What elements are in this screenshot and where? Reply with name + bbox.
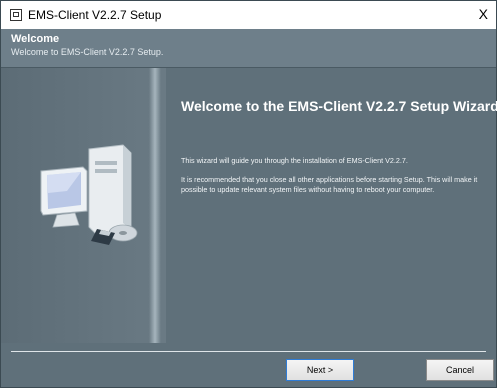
footer-divider	[11, 351, 486, 352]
setup-window: EMS-Client V2.2.7 Setup X Welcome Welcom…	[0, 0, 497, 388]
window-title: EMS-Client V2.2.7 Setup	[28, 8, 162, 22]
intro-paragraph: This wizard will guide you through the i…	[181, 156, 408, 165]
header-band: Welcome Welcome to EMS-Client V2.2.7 Set…	[1, 29, 496, 67]
app-icon	[10, 9, 22, 21]
content-area: Welcome to the EMS-Client V2.2.7 Setup W…	[181, 68, 497, 343]
recommendation-paragraph: It is recommended that you close all oth…	[181, 175, 478, 194]
header-title: Welcome	[11, 33, 60, 45]
next-button[interactable]: Next >	[286, 359, 354, 381]
header-subtitle: Welcome to EMS-Client V2.2.7 Setup.	[11, 47, 164, 57]
wizard-heading: Welcome to the EMS-Client V2.2.7 Setup W…	[181, 98, 497, 114]
cancel-button[interactable]: Cancel	[426, 359, 494, 381]
close-icon[interactable]: X	[479, 7, 488, 21]
title-bar: EMS-Client V2.2.7 Setup X	[1, 1, 496, 29]
computer-setup-illustration	[40, 144, 138, 245]
